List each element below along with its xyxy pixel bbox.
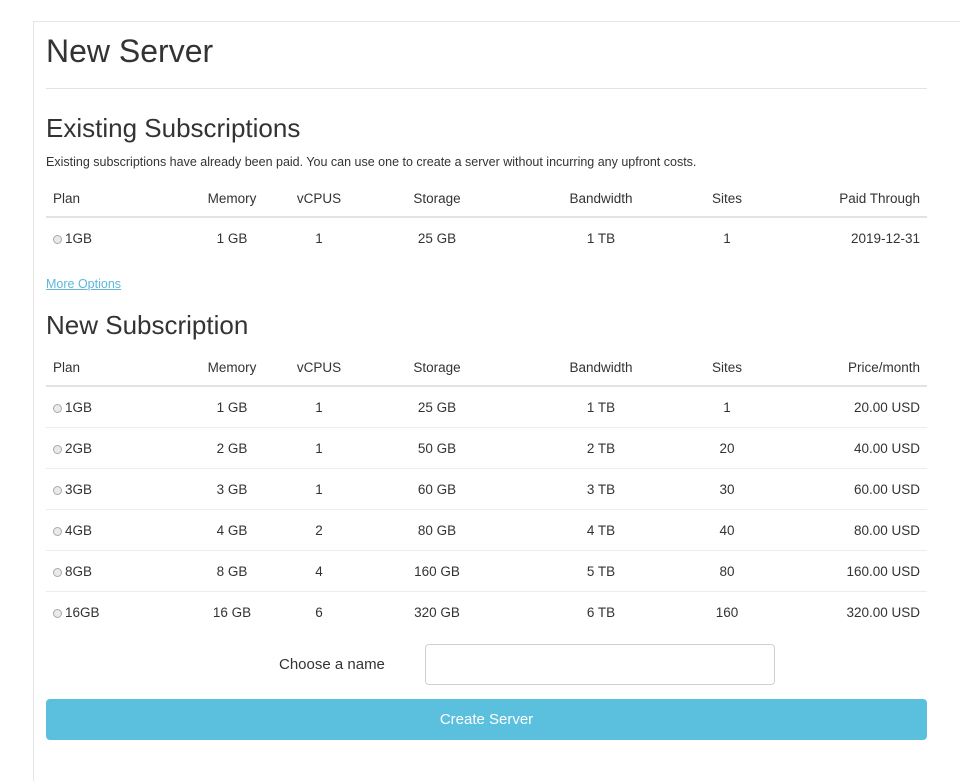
paid-through-cell: 2019-12-31 — [850, 230, 920, 246]
title-divider — [46, 88, 927, 89]
memory-cell: 4 GB — [180, 509, 284, 551]
column-header-sites: Sites — [682, 180, 772, 218]
plan-label: 8GB — [65, 563, 93, 579]
memory-cell: 16 GB — [212, 604, 252, 620]
plan-label: 3GB — [65, 481, 93, 497]
column-header-memory: Memory — [180, 180, 284, 218]
bandwidth-cell: 1 TB — [586, 230, 616, 246]
column-header-sites: Sites — [682, 349, 772, 387]
bandwidth-cell: 5 TB — [520, 550, 682, 592]
plan-radio[interactable] — [53, 234, 62, 244]
plan-label: 1GB — [65, 399, 93, 415]
storage-cell: 25 GB — [354, 386, 520, 428]
plan-radio[interactable] — [53, 444, 62, 454]
table-row: 4GB 4 GB 2 80 GB 4 TB 40 80.00 USD — [46, 509, 927, 551]
sites-cell: 20 — [682, 427, 772, 469]
memory-cell: 2 GB — [180, 427, 284, 469]
vcpus-cell: 4 — [284, 550, 354, 592]
plan-radio[interactable] — [53, 608, 62, 618]
memory-cell: 8 GB — [180, 550, 284, 592]
price-cell: 160.00 USD — [772, 550, 927, 592]
bandwidth-cell: 6 TB — [586, 604, 616, 620]
plan-radio[interactable] — [53, 526, 62, 536]
plan-label: 4GB — [65, 522, 93, 538]
table-row: 1GB 1 GB 1 25 GB 1 TB 1 2019-12-31 — [46, 217, 927, 258]
vcpus-cell: 1 — [315, 230, 323, 246]
bandwidth-cell: 2 TB — [520, 427, 682, 469]
more-options-link[interactable]: More Options — [46, 277, 121, 291]
plan-label: 16GB — [65, 604, 100, 620]
column-header-storage: Storage — [354, 349, 520, 387]
create-server-button[interactable]: Create Server — [46, 699, 927, 740]
storage-cell: 80 GB — [354, 509, 520, 551]
table-row: 8GB 8 GB 4 160 GB 5 TB 80 160.00 USD — [46, 550, 927, 592]
column-header-bandwidth: Bandwidth — [520, 349, 682, 387]
plan-cell: 1GB — [46, 386, 180, 428]
table-row: 16GB 16 GB 6 320 GB 6 TB 160 320.00 USD — [46, 592, 927, 633]
plan-cell: 3GB — [46, 468, 180, 510]
vcpus-cell: 1 — [284, 386, 354, 428]
memory-cell: 1 GB — [216, 230, 248, 246]
choose-name-label: Choose a name — [279, 656, 385, 673]
price-cell: 20.00 USD — [772, 386, 927, 428]
server-name-input[interactable] — [425, 644, 775, 685]
sites-cell: 1 — [723, 230, 731, 246]
price-cell: 320.00 USD — [846, 604, 920, 620]
column-header-plan: Plan — [46, 349, 180, 387]
sites-cell: 1 — [682, 386, 772, 428]
column-header-storage: Storage — [354, 180, 520, 218]
plan-radio[interactable] — [53, 567, 62, 577]
price-cell: 80.00 USD — [772, 509, 927, 551]
table-row: 3GB 3 GB 1 60 GB 3 TB 30 60.00 USD — [46, 468, 927, 510]
new-subscription-title: New Subscription — [46, 310, 249, 340]
plan-cell: 2GB — [46, 427, 180, 469]
vcpus-cell: 2 — [284, 509, 354, 551]
column-header-memory: Memory — [180, 349, 284, 387]
column-header-plan: Plan — [46, 180, 180, 218]
column-header-price-month: Price/month — [772, 349, 927, 387]
page-title: New Server — [46, 33, 214, 69]
plan-label: 2GB — [65, 440, 93, 456]
storage-cell: 320 GB — [414, 604, 460, 620]
column-header-bandwidth: Bandwidth — [520, 180, 682, 218]
sites-cell: 80 — [682, 550, 772, 592]
sites-cell: 30 — [682, 468, 772, 510]
column-header-vcpus: vCPUS — [284, 349, 354, 387]
storage-cell: 160 GB — [354, 550, 520, 592]
table-row: 2GB 2 GB 1 50 GB 2 TB 20 40.00 USD — [46, 427, 927, 469]
sites-cell: 160 — [715, 604, 739, 620]
column-header-vcpus: vCPUS — [284, 180, 354, 218]
storage-cell: 60 GB — [354, 468, 520, 510]
plan-cell: 16GB — [46, 592, 180, 633]
table-header-row: Plan Memory vCPUS Storage Bandwidth Site… — [46, 349, 927, 387]
table-header-row: Plan Memory vCPUS Storage Bandwidth Site… — [46, 180, 927, 218]
existing-subscriptions-title: Existing Subscriptions — [46, 113, 301, 143]
memory-cell: 1 GB — [180, 386, 284, 428]
price-cell: 40.00 USD — [772, 427, 927, 469]
existing-subscriptions-helper: Existing subscriptions have already been… — [46, 155, 697, 169]
storage-cell: 50 GB — [354, 427, 520, 469]
plan-cell: 4GB — [46, 509, 180, 551]
sites-cell: 40 — [682, 509, 772, 551]
price-cell: 60.00 USD — [772, 468, 927, 510]
plan-label: 1GB — [65, 230, 93, 246]
bandwidth-cell: 1 TB — [520, 386, 682, 428]
plan-cell: 8GB — [46, 550, 180, 592]
existing-subscriptions-table: Plan Memory vCPUS Storage Bandwidth Site… — [46, 180, 927, 258]
plan-cell: 1GB — [46, 217, 180, 258]
memory-cell: 3 GB — [180, 468, 284, 510]
plan-radio[interactable] — [53, 403, 62, 413]
storage-cell: 25 GB — [417, 230, 457, 246]
table-row: 1GB 1 GB 1 25 GB 1 TB 1 20.00 USD — [46, 386, 927, 428]
bandwidth-cell: 3 TB — [520, 468, 682, 510]
vcpus-cell: 1 — [284, 427, 354, 469]
column-header-paid-through: Paid Through — [772, 180, 927, 218]
vcpus-cell: 1 — [284, 468, 354, 510]
new-subscription-table: Plan Memory vCPUS Storage Bandwidth Site… — [46, 349, 927, 632]
vcpus-cell: 6 — [315, 604, 323, 620]
bandwidth-cell: 4 TB — [520, 509, 682, 551]
plan-radio[interactable] — [53, 485, 62, 495]
